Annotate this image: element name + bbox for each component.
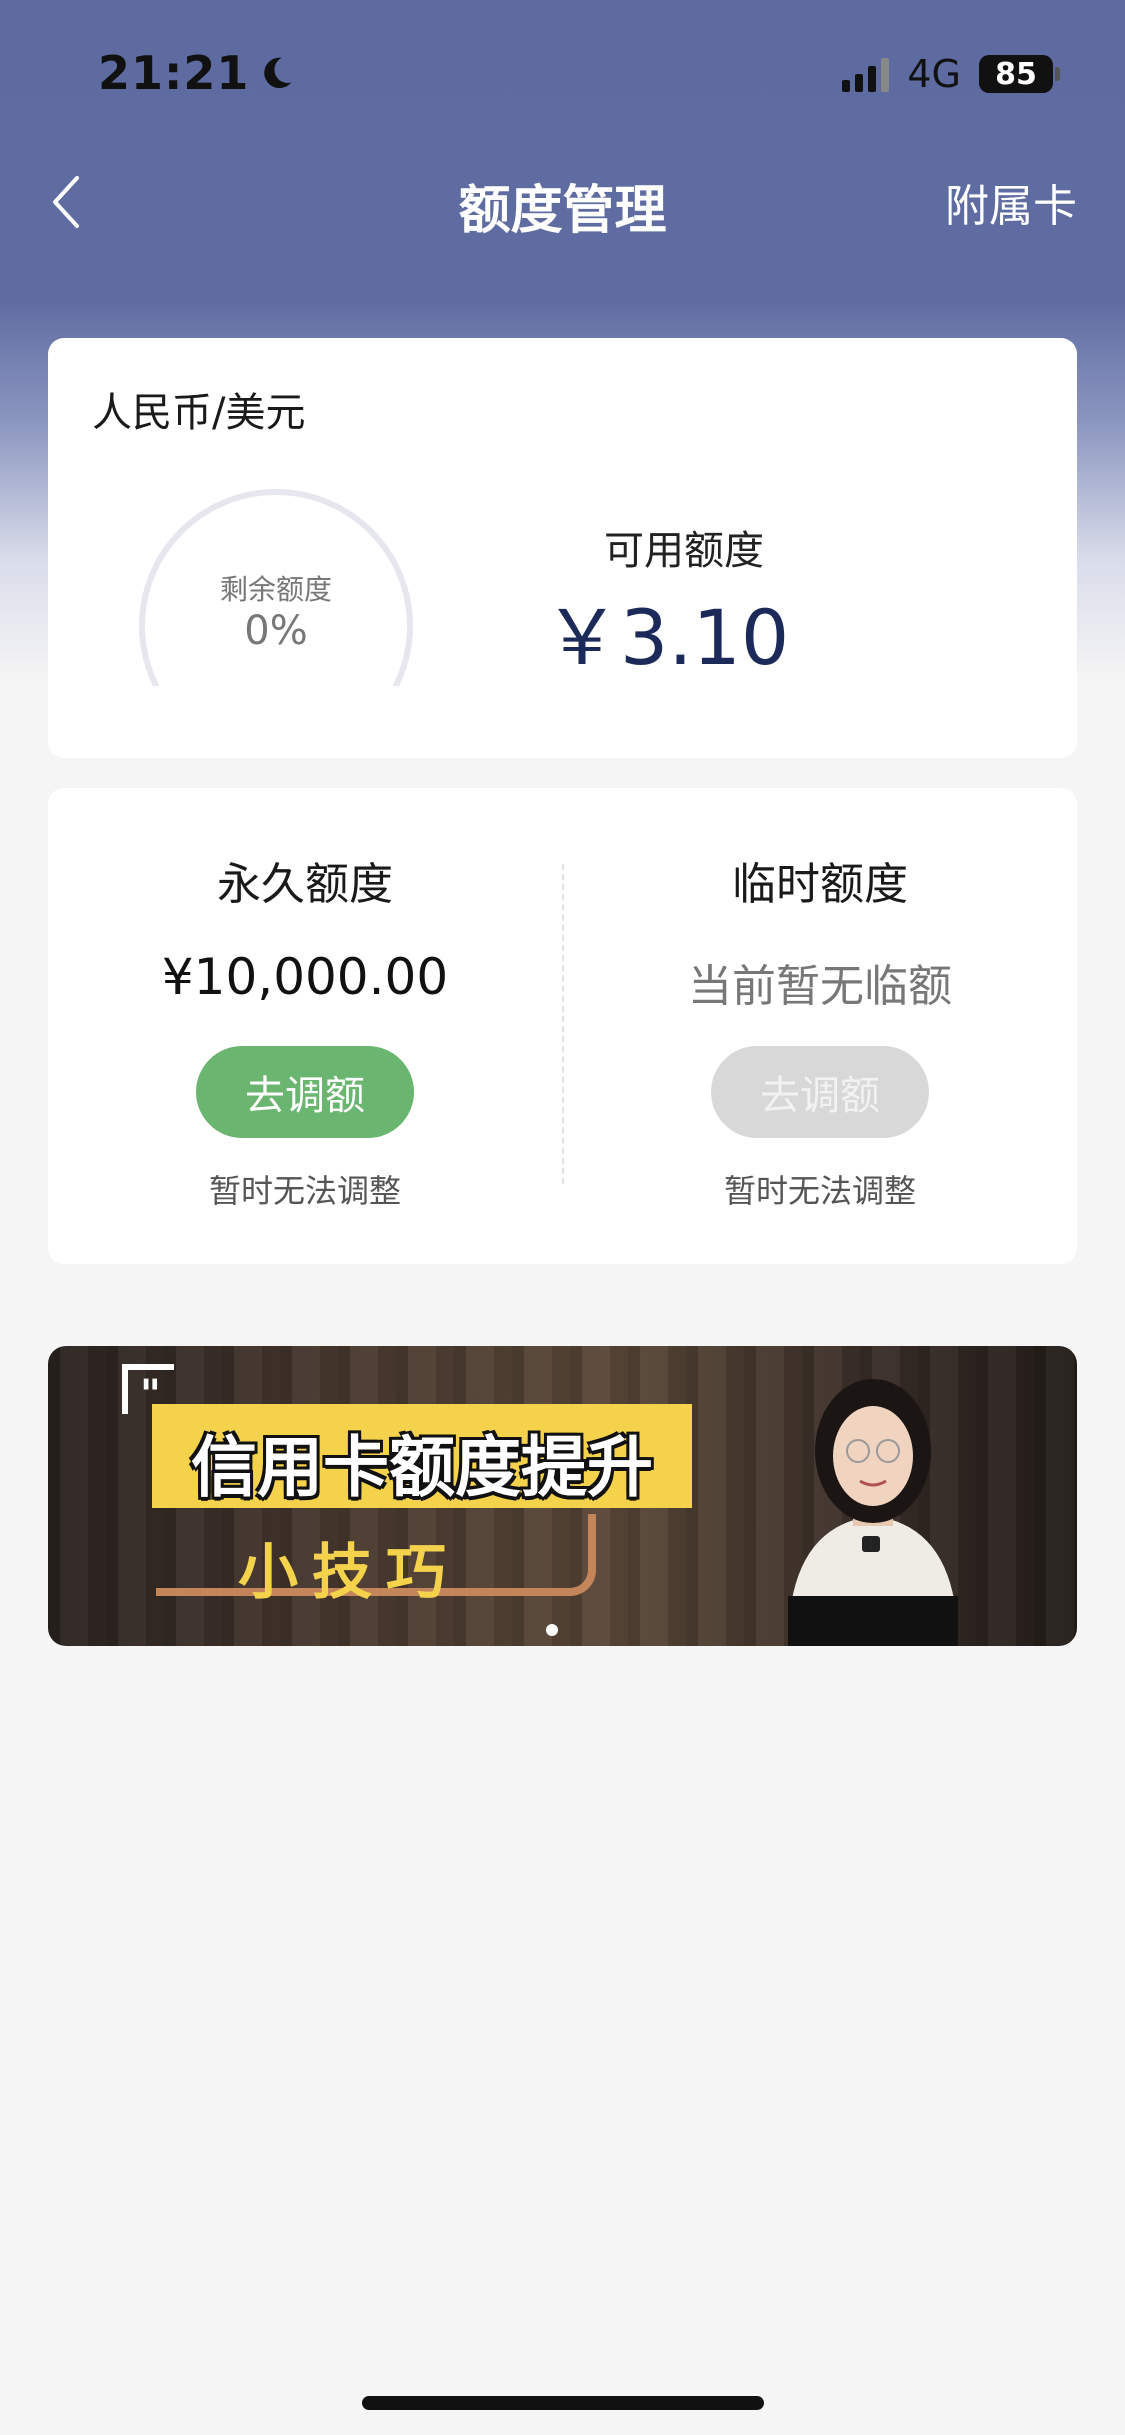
- gauge-caption: 剩余额度: [219, 573, 332, 606]
- nav-bar: 额度管理 附属卡: [0, 150, 1125, 250]
- gauge-value: 0%: [244, 608, 308, 654]
- currency-label: 人民币/美元: [92, 390, 306, 436]
- status-indicators: 4G 85: [842, 52, 1060, 96]
- home-indicator: [362, 2396, 764, 2410]
- temporary-limit-section: 临时额度 当前暂无临额 去调额 暂时无法调整: [563, 788, 1077, 1264]
- adjust-temporary-button[interactable]: 去调额: [711, 1046, 929, 1138]
- clock-text: 21:21: [98, 46, 250, 100]
- network-label: 4G: [907, 52, 961, 96]
- banner-subtitle: 小技巧: [238, 1538, 460, 1608]
- status-bar: 21:21 4G 85: [0, 0, 1125, 150]
- balance-card: 人民币/美元 剩余额度 0% 可用额度 ￥3.10: [48, 338, 1077, 758]
- permanent-limit-amount: ¥10,000.00: [161, 948, 449, 1006]
- status-time: 21:21: [98, 46, 295, 100]
- temporary-limit-note: 暂时无法调整: [723, 1172, 916, 1210]
- remaining-gauge: 剩余额度 0%: [136, 486, 416, 686]
- limits-card: 永久额度 ¥10,000.00 去调额 暂时无法调整 临时额度 当前暂无临额 去…: [48, 788, 1077, 1264]
- adjust-permanent-button[interactable]: 去调额: [196, 1046, 414, 1138]
- signal-icon: [842, 56, 890, 92]
- temporary-limit-amount: 当前暂无临额: [688, 961, 952, 1012]
- available-label: 可用额度: [604, 528, 764, 574]
- battery-level: 85: [995, 56, 1037, 92]
- banner-title: 信用卡额度提升: [191, 1429, 653, 1506]
- permanent-limit-note: 暂时无法调整: [208, 1172, 401, 1210]
- supplementary-card-link[interactable]: 附属卡: [945, 170, 1077, 234]
- permanent-limit-title: 永久额度: [217, 859, 393, 910]
- promo-banner[interactable]: " 信用卡额度提升 小技巧: [48, 1346, 1077, 1646]
- available-amount: ￥3.10: [544, 593, 790, 682]
- temporary-limit-title: 临时额度: [732, 859, 908, 910]
- presenter-image: [788, 1379, 958, 1646]
- permanent-limit-section: 永久额度 ¥10,000.00 去调额 暂时无法调整: [48, 788, 562, 1264]
- carousel-indicator: [546, 1624, 558, 1636]
- battery-icon: 85: [979, 55, 1060, 93]
- moon-icon: [264, 57, 292, 89]
